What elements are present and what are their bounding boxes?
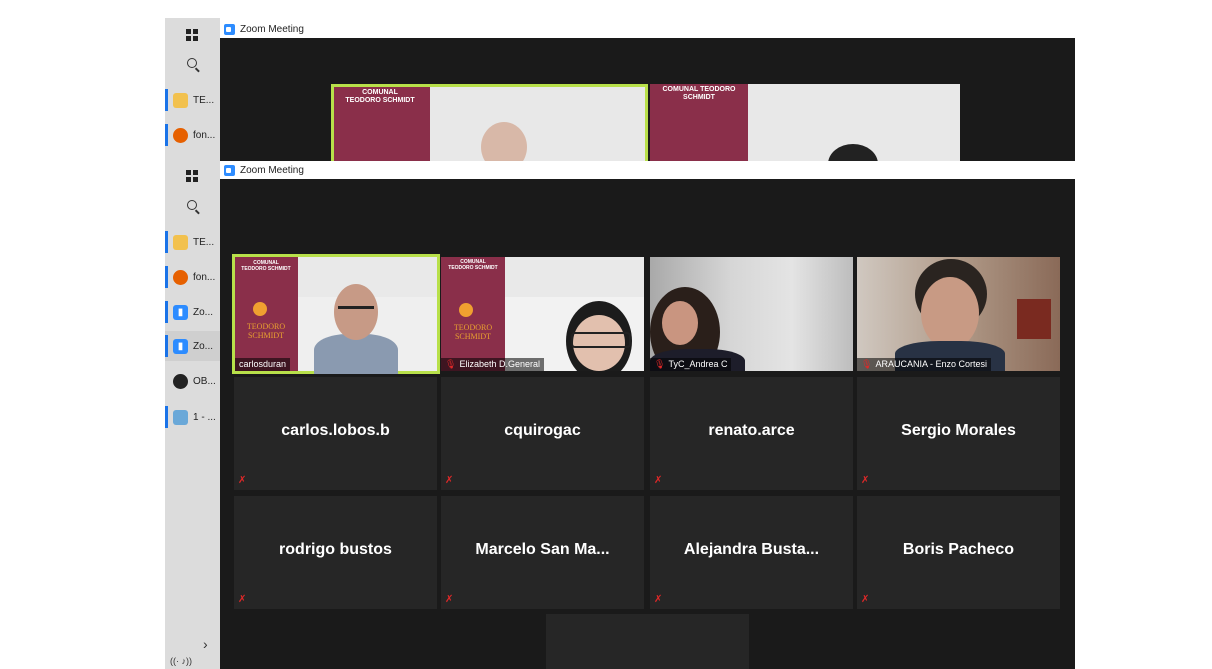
video-tile[interactable]: COMUNAL TEODORO SCHMIDT TEODORO SCHMIDT … — [441, 257, 644, 371]
participant-name: Alejandra Busta... — [683, 541, 820, 558]
folder-icon — [173, 234, 188, 250]
window-title: Zoom Meeting — [240, 164, 304, 176]
windows-start-icon[interactable] — [186, 29, 198, 41]
system-tray[interactable]: ((· ♪)) — [170, 656, 192, 666]
banner-background — [235, 257, 298, 371]
muted-mic-icon: ✗ — [238, 594, 247, 605]
banner-text: COMUNAL TEODORO SCHMIDT — [662, 86, 736, 101]
zoom-app-icon — [224, 23, 235, 35]
banner-text: COMUNAL TEODORO SCHMIDT — [345, 89, 415, 104]
participant-name-label: carlosduran — [235, 358, 291, 371]
participant-name-label: 🎙 Elizabeth D.General — [441, 358, 544, 371]
participant-name: rodrigo bustos — [279, 541, 392, 558]
muted-mic-icon: 🎙 — [445, 359, 457, 369]
firefox-icon — [173, 269, 188, 285]
search-icon[interactable] — [187, 58, 197, 68]
banner-text: COMUNAL TEODORO SCHMIDT — [241, 260, 291, 272]
participant-name: cquirogac — [504, 422, 581, 439]
taskbar-item-label: Zo... — [193, 340, 214, 352]
window-titlebar[interactable]: Zoom Meeting — [220, 161, 1075, 179]
map-background — [505, 257, 644, 297]
taskbar-item-label: 1 - ... — [193, 411, 216, 423]
firefox-icon — [173, 127, 188, 143]
muted-mic-icon: ✗ — [654, 594, 663, 605]
taskbar-item-label: OB... — [193, 375, 216, 387]
muted-mic-icon: 🎙 — [654, 359, 666, 369]
participant-tile[interactable]: carlos.lobos.b ✗ — [234, 377, 437, 490]
muted-mic-icon: ✗ — [861, 594, 870, 605]
muted-mic-icon: 🎙 — [861, 359, 873, 369]
compass-logo-icon — [459, 303, 473, 317]
taskbar-item-paint[interactable]: 1 - ... — [165, 402, 220, 432]
participant-tile-partial[interactable] — [546, 614, 749, 669]
muted-mic-icon: ✗ — [445, 475, 454, 486]
participant-name: ARAUCANIA - Enzo Cortesi — [875, 359, 987, 369]
zoom-app-icon — [224, 164, 235, 176]
video-tile-top-2[interactable]: COMUNAL TEODORO SCHMIDT — [650, 84, 960, 161]
search-icon[interactable] — [187, 200, 197, 210]
participant-name: carlosduran — [239, 359, 287, 369]
paint-icon — [173, 409, 188, 425]
taskbar-item-obs[interactable]: OB... — [165, 366, 220, 396]
video-tile[interactable]: COMUNAL TEODORO SCHMIDT TEODORO SCHMIDT … — [232, 254, 440, 374]
banner-background — [441, 257, 505, 371]
video-tile[interactable]: 🎙 TyC_Andrea C — [650, 257, 853, 371]
taskbar-item-label: TE... — [193, 236, 215, 248]
taskbar-item-folder[interactable]: TE... — [165, 227, 220, 257]
meeting-area: COMUNAL TEODORO SCHMIDT TEODORO SCHMIDT … — [220, 179, 1075, 669]
muted-mic-icon: ✗ — [861, 475, 870, 486]
person-body — [314, 334, 398, 374]
taskbar-item-zoom-1[interactable]: ▮ Zo... — [165, 297, 220, 327]
video-tile[interactable]: 🎙 ARAUCANIA - Enzo Cortesi — [857, 257, 1060, 371]
participant-tile[interactable]: Boris Pacheco ✗ — [857, 496, 1060, 609]
banner-logo-text: TEODORO SCHMIDT — [246, 322, 286, 340]
participant-name: Boris Pacheco — [902, 541, 1015, 558]
banner-logo-text: TEODORO SCHMIDT — [453, 323, 493, 341]
muted-mic-icon: ✗ — [238, 475, 247, 486]
window-titlebar-top[interactable]: Zoom Meeting — [220, 20, 1075, 38]
taskbar-item-label: fon... — [193, 271, 216, 283]
person-face — [921, 277, 979, 349]
participant-name: Marcelo San Ma... — [475, 541, 610, 558]
windows-start-icon[interactable] — [186, 170, 198, 182]
chevron-right-icon[interactable]: › — [203, 636, 208, 652]
banner-text: COMUNAL TEODORO SCHMIDT — [448, 259, 498, 271]
meeting-area-top: COMUNAL TEODORO SCHMIDT COMUNAL TEODORO … — [220, 38, 1075, 161]
muted-mic-icon: ✗ — [445, 594, 454, 605]
window-title: Zoom Meeting — [240, 23, 304, 35]
zoom-icon: ▮ — [173, 338, 188, 354]
participant-tile[interactable]: Marcelo San Ma... ✗ — [441, 496, 644, 609]
zoom-icon: ▮ — [173, 304, 188, 320]
taskbar-item-firefox[interactable]: fon... — [165, 120, 220, 150]
participant-name: Elizabeth D.General — [459, 359, 540, 369]
participant-name: carlos.lobos.b — [281, 422, 390, 439]
participant-name: Sergio Morales — [901, 422, 1016, 439]
wall-decor — [1017, 299, 1051, 339]
taskbar-item-label: Zo... — [193, 306, 214, 318]
taskbar-item-firefox[interactable]: fon... — [165, 262, 220, 292]
folder-icon — [173, 92, 188, 108]
person-face — [662, 301, 698, 345]
participant-tile[interactable]: cquirogac ✗ — [441, 377, 644, 490]
participant-name-label: 🎙 ARAUCANIA - Enzo Cortesi — [857, 358, 991, 371]
muted-mic-icon: ✗ — [654, 475, 663, 486]
video-tile-top-1[interactable]: COMUNAL TEODORO SCHMIDT — [331, 84, 648, 161]
participant-name: TyC_Andrea C — [668, 359, 728, 369]
taskbar-item-label: TE... — [193, 94, 215, 106]
glasses — [338, 306, 374, 317]
participant-name-label: 🎙 TyC_Andrea C — [650, 358, 732, 371]
obs-icon — [173, 373, 188, 389]
participant-tile[interactable]: Sergio Morales ✗ — [857, 377, 1060, 490]
glasses — [571, 332, 631, 348]
taskbar-item-folder[interactable]: TE... — [165, 85, 220, 115]
compass-logo-icon — [253, 302, 267, 316]
participant-tile[interactable]: renato.arce ✗ — [650, 377, 853, 490]
taskbar-item-label: fon... — [193, 129, 216, 141]
participant-name: renato.arce — [708, 422, 795, 439]
taskbar-item-zoom-2[interactable]: ▮ Zo... — [165, 331, 220, 361]
participant-tile[interactable]: rodrigo bustos ✗ — [234, 496, 437, 609]
participant-tile[interactable]: Alejandra Busta... ✗ — [650, 496, 853, 609]
